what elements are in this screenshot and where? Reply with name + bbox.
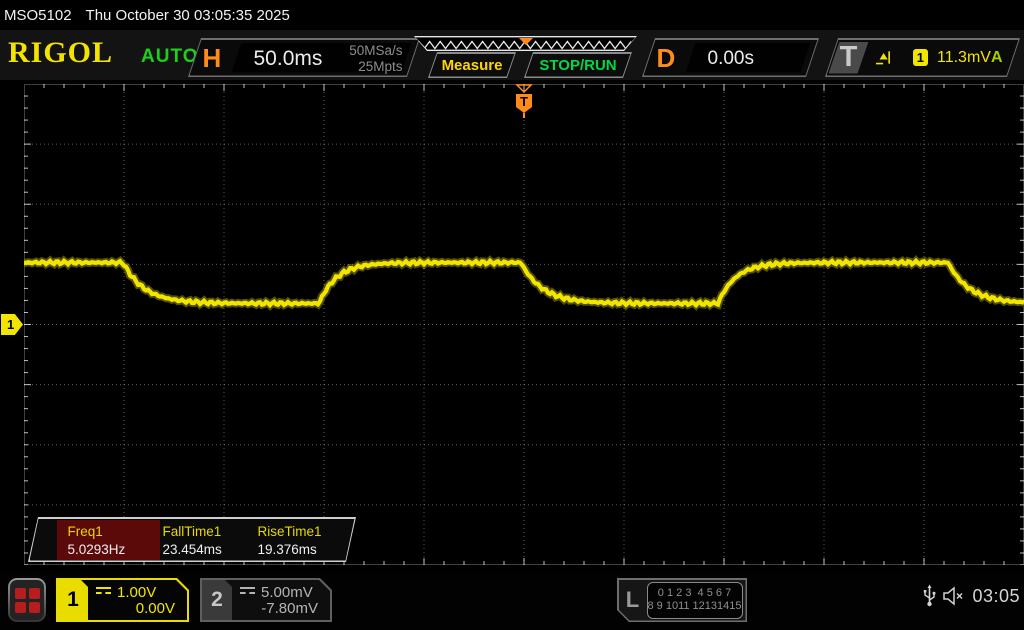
measure-button[interactable]: Measure [428, 52, 516, 78]
oscilloscope-screen: MSO5102 Thu October 30 03:05:35 2025 RIG… [0, 0, 1024, 630]
timebase-value: 50.0ms [254, 47, 323, 71]
dc-coupling-icon [96, 587, 111, 598]
red-grid-menu-icon [10, 580, 44, 620]
acquisition-mode-indicator: AUTO [141, 46, 198, 68]
ch1-trace [24, 261, 1024, 305]
waveform-display-area: T [24, 84, 1024, 565]
bottom-status-bar: 1 1.00V 0.00V 2 5.00mV -7.80mV L [0, 572, 1024, 630]
preview-zigzag-icon [415, 38, 635, 50]
menu-button[interactable] [8, 578, 46, 622]
model-label: MSO5102 [4, 7, 72, 24]
channel2-status-block[interactable]: 2 5.00mV -7.80mV [200, 578, 332, 622]
channel1-offset: 0.00V [136, 600, 175, 617]
delay-value: 0.00s [708, 48, 754, 70]
run-stop-button[interactable]: STOP/RUN [524, 52, 632, 78]
datetime-label: Thu October 30 03:05:35 2025 [86, 7, 290, 24]
trigger-level-value: 11.3mV [937, 49, 991, 67]
horizontal-label: H [203, 43, 222, 74]
trigger-slope-icon [875, 50, 891, 65]
channel1-scale: 1.00V [117, 584, 156, 601]
sample-rate-readout: 50MSa/s 25Mpts [349, 43, 402, 75]
channel1-status-block[interactable]: 1 1.00V 0.00V [56, 578, 189, 622]
rigol-logo: RIGOL [8, 36, 113, 70]
logic-channel-digits: 0 1 2 3 4 5 6 7 8 9 1011 12131415 [647, 582, 743, 619]
trigger-settings-box[interactable]: T 1 11.3mV A [825, 38, 1020, 77]
speaker-muted-icon [943, 586, 965, 606]
graticule-grid [24, 84, 1024, 565]
waveform-preview-strip[interactable] [414, 36, 637, 51]
memory-depth: 25Mpts [349, 59, 402, 75]
measurement-results-panel: Freq1 5.0293Hz FallTime1 23.454ms RiseTi… [28, 517, 356, 562]
trigger-source-badge: 1 [913, 49, 928, 66]
dc-coupling-icon [240, 587, 255, 598]
delay-settings-box[interactable]: D 0.00s [642, 38, 819, 77]
top-info-bar: MSO5102 Thu October 30 03:05:35 2025 [0, 0, 1024, 30]
clock-readout: 03:05 [972, 586, 1020, 607]
trigger-marker-letter: T [520, 94, 528, 109]
sample-rate: 50MSa/s [349, 43, 402, 59]
horizontal-settings-box[interactable]: H 50.0ms 50MSa/s 25Mpts [188, 38, 420, 77]
delay-label: D [657, 43, 676, 74]
preview-trigger-position-icon [519, 38, 533, 45]
trigger-sweep-mode: A [991, 49, 1003, 67]
usb-icon [923, 584, 936, 608]
channel2-number-tab: 2 [202, 580, 232, 620]
logic-analyzer-block[interactable]: L 0 1 2 3 4 5 6 7 8 9 1011 12131415 [617, 578, 747, 622]
status-tray: 03:05 [923, 584, 1020, 608]
channel1-position-marker[interactable]: 1 [1, 314, 23, 335]
logic-analyzer-tab: L [619, 580, 647, 621]
channel1-number-tab: 1 [58, 580, 88, 620]
channel2-scale: 5.00mV [261, 584, 313, 601]
channel2-offset: -7.80mV [261, 600, 318, 617]
